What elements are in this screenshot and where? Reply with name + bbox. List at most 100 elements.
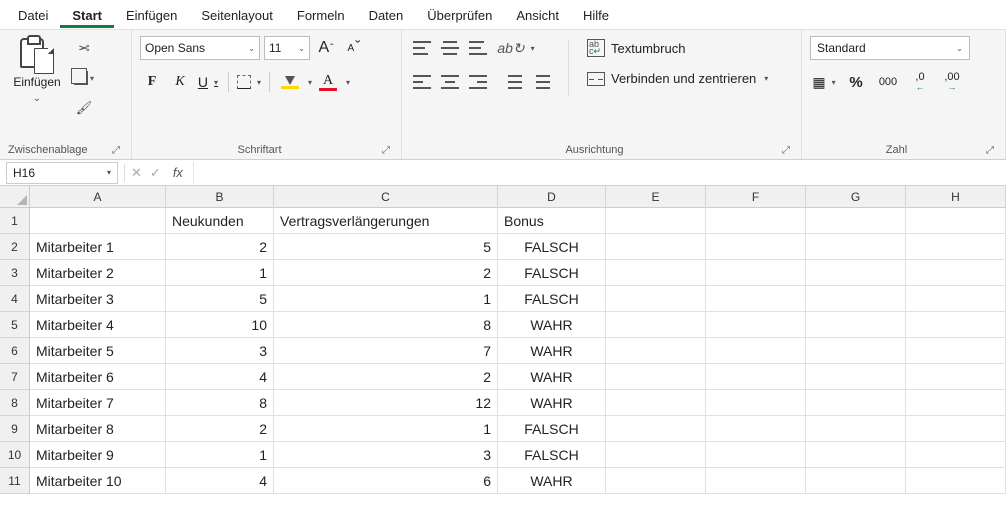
cell-G5[interactable] [806, 312, 906, 338]
cell-G10[interactable] [806, 442, 906, 468]
cell-D8[interactable]: WAHR [498, 390, 606, 416]
cell-B1[interactable]: Neukunden [166, 208, 274, 234]
cell-C5[interactable]: 8 [274, 312, 498, 338]
cell-F10[interactable] [706, 442, 806, 468]
alignment-launcher[interactable]: ⤢ [779, 143, 793, 157]
font-name-select[interactable]: Open Sans⌄ [140, 36, 260, 60]
cell-E4[interactable] [606, 286, 706, 312]
row-header-5[interactable]: 5 [0, 312, 30, 338]
cell-G11[interactable] [806, 468, 906, 494]
cell-B2[interactable]: 2 [166, 234, 274, 260]
decrease-indent-button[interactable] [504, 70, 528, 94]
cell-F8[interactable] [706, 390, 806, 416]
paste-button[interactable]: Einfügen [8, 36, 66, 106]
row-header-1[interactable]: 1 [0, 208, 30, 234]
fill-color-button[interactable] [278, 70, 302, 94]
cell-E3[interactable] [606, 260, 706, 286]
tab-hilfe[interactable]: Hilfe [571, 2, 621, 28]
cell-D6[interactable]: WAHR [498, 338, 606, 364]
cell-D2[interactable]: FALSCH [498, 234, 606, 260]
cell-C3[interactable]: 2 [274, 260, 498, 286]
font-launcher[interactable]: ⤢ [379, 143, 393, 157]
cell-H10[interactable] [906, 442, 1006, 468]
row-header-3[interactable]: 3 [0, 260, 30, 286]
cell-E8[interactable] [606, 390, 706, 416]
tab-ansicht[interactable]: Ansicht [504, 2, 571, 28]
tab-daten[interactable]: Daten [357, 2, 416, 28]
cell-A1[interactable] [30, 208, 166, 234]
copy-button[interactable]: ▾ [72, 66, 96, 90]
clipboard-launcher[interactable]: ⤢ [109, 143, 123, 157]
cell-F4[interactable] [706, 286, 806, 312]
cell-D11[interactable]: WAHR [498, 468, 606, 494]
border-button[interactable]: ▾ [237, 70, 261, 94]
column-header-F[interactable]: F [706, 186, 806, 208]
cell-A9[interactable]: Mitarbeiter 8 [30, 416, 166, 442]
cell-H4[interactable] [906, 286, 1006, 312]
cell-D4[interactable]: FALSCH [498, 286, 606, 312]
format-painter-button[interactable] [72, 96, 96, 120]
cell-B6[interactable]: 3 [166, 338, 274, 364]
decrease-decimal-button[interactable]: ,00→ [938, 70, 966, 94]
cell-C6[interactable]: 7 [274, 338, 498, 364]
cell-H5[interactable] [906, 312, 1006, 338]
cell-B11[interactable]: 4 [166, 468, 274, 494]
row-header-7[interactable]: 7 [0, 364, 30, 390]
cell-B10[interactable]: 1 [166, 442, 274, 468]
tab-datei[interactable]: Datei [6, 2, 60, 28]
cell-A7[interactable]: Mitarbeiter 6 [30, 364, 166, 390]
cancel-formula-button[interactable]: ✕ [131, 165, 142, 181]
tab-einfügen[interactable]: Einfügen [114, 2, 189, 28]
cell-E1[interactable] [606, 208, 706, 234]
cell-F2[interactable] [706, 234, 806, 260]
column-header-D[interactable]: D [498, 186, 606, 208]
row-header-4[interactable]: 4 [0, 286, 30, 312]
cell-G3[interactable] [806, 260, 906, 286]
cell-H9[interactable] [906, 416, 1006, 442]
cell-B3[interactable]: 1 [166, 260, 274, 286]
column-header-G[interactable]: G [806, 186, 906, 208]
column-header-A[interactable]: A [30, 186, 166, 208]
percent-button[interactable]: % [842, 70, 870, 94]
cell-F9[interactable] [706, 416, 806, 442]
row-header-2[interactable]: 2 [0, 234, 30, 260]
align-left-button[interactable] [410, 70, 434, 94]
number-format-select[interactable]: Standard⌄ [810, 36, 970, 60]
cell-C2[interactable]: 5 [274, 234, 498, 260]
merge-center-button[interactable]: Verbinden und zentrieren ▾ [581, 68, 774, 89]
formula-input[interactable] [193, 162, 1006, 184]
align-right-button[interactable] [466, 70, 490, 94]
row-header-6[interactable]: 6 [0, 338, 30, 364]
cell-B5[interactable]: 10 [166, 312, 274, 338]
cell-G9[interactable] [806, 416, 906, 442]
cell-B9[interactable]: 2 [166, 416, 274, 442]
cell-E2[interactable] [606, 234, 706, 260]
cell-E9[interactable] [606, 416, 706, 442]
cell-D1[interactable]: Bonus [498, 208, 606, 234]
tab-start[interactable]: Start [60, 2, 114, 28]
cell-C9[interactable]: 1 [274, 416, 498, 442]
cell-D7[interactable]: WAHR [498, 364, 606, 390]
cell-F6[interactable] [706, 338, 806, 364]
currency-button[interactable]: ▦▾ [810, 70, 838, 94]
row-header-9[interactable]: 9 [0, 416, 30, 442]
increase-decimal-button[interactable]: ,0← [906, 70, 934, 94]
cell-D3[interactable]: FALSCH [498, 260, 606, 286]
number-launcher[interactable]: ⤢ [983, 143, 997, 157]
cell-A3[interactable]: Mitarbeiter 2 [30, 260, 166, 286]
italic-button[interactable]: K [168, 70, 192, 94]
column-header-E[interactable]: E [606, 186, 706, 208]
cell-G6[interactable] [806, 338, 906, 364]
cell-E10[interactable] [606, 442, 706, 468]
tab-seitenlayout[interactable]: Seitenlayout [189, 2, 285, 28]
cell-D10[interactable]: FALSCH [498, 442, 606, 468]
fx-icon[interactable]: fx [173, 165, 183, 180]
cell-F7[interactable] [706, 364, 806, 390]
cell-F3[interactable] [706, 260, 806, 286]
cell-H6[interactable] [906, 338, 1006, 364]
cell-E6[interactable] [606, 338, 706, 364]
cell-E5[interactable] [606, 312, 706, 338]
cell-A6[interactable]: Mitarbeiter 5 [30, 338, 166, 364]
cell-A10[interactable]: Mitarbeiter 9 [30, 442, 166, 468]
cell-G2[interactable] [806, 234, 906, 260]
